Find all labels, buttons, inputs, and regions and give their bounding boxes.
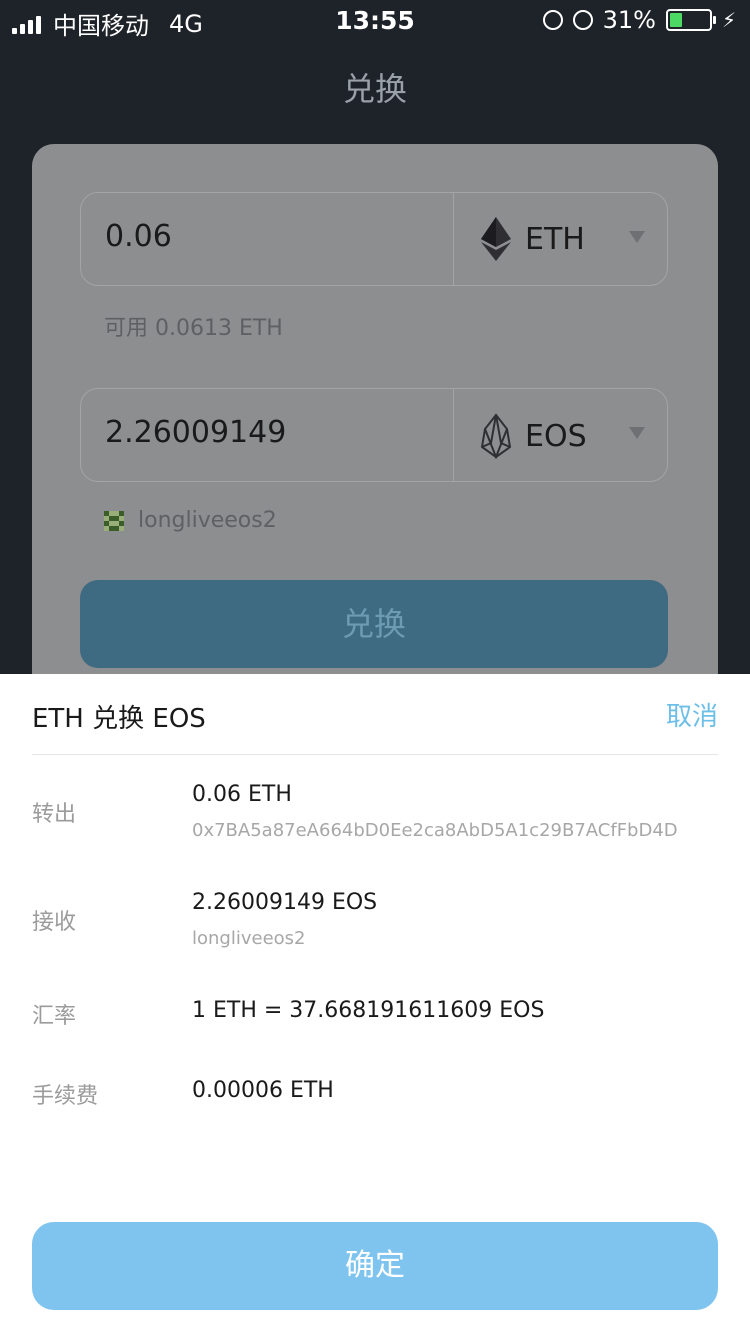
to-token-select[interactable]: EOS	[481, 413, 587, 459]
battery-icon	[665, 9, 716, 31]
battery-percent: 31%	[602, 6, 656, 34]
from-token-select[interactable]: ETH	[481, 217, 585, 261]
exchange-card: 0.06 ETH 可用 0.0613 ETH 2.26009149 EOS lo…	[32, 144, 718, 744]
eth-icon	[481, 217, 511, 261]
chevron-down-icon[interactable]	[629, 427, 645, 439]
status-bar: 中国移动 4G 13:55 31% ⚡	[0, 0, 750, 40]
from-amount-input[interactable]: 0.06	[105, 219, 172, 254]
fee-label: 手续费	[32, 1084, 99, 1109]
battery-fill	[669, 13, 682, 27]
account-avatar-icon	[104, 510, 124, 531]
to-amount-input[interactable]: 2.26009149	[105, 415, 286, 450]
rate-value: 1 ETH = 37.668191611609 EOS	[192, 998, 545, 1023]
account-name: longliveeos2	[138, 508, 277, 533]
to-token-label: EOS	[525, 418, 587, 454]
alarm-icon	[572, 10, 593, 30]
account-row: longliveeos2	[104, 508, 277, 533]
sheet-title: ETH 兑换 EOS	[32, 704, 206, 734]
orientation-lock-icon	[542, 10, 563, 30]
page-title: 兑换	[342, 70, 407, 108]
eos-icon	[481, 413, 511, 459]
out-label: 转出	[32, 802, 77, 827]
in-amount: 2.26009149 EOS	[192, 890, 378, 915]
from-field[interactable]: 0.06 ETH	[80, 192, 668, 286]
cancel-button[interactable]: 取消	[666, 696, 718, 733]
confirm-sheet: ETH 兑换 EOS 取消 转出 0.06 ETH 0x7BA5a87eA664…	[0, 674, 750, 1334]
exchange-button[interactable]: 兑换	[80, 580, 668, 668]
in-account: longliveeos2	[192, 928, 306, 949]
chevron-down-icon[interactable]	[629, 231, 645, 243]
from-token-label: ETH	[525, 221, 585, 257]
confirm-button[interactable]: 确定	[32, 1222, 718, 1310]
out-address: 0x7BA5a87eA664bD0Ee2ca8AbD5A1c29B7ACfFbD…	[192, 820, 678, 841]
available-balance: 可用 0.0613 ETH	[104, 316, 283, 341]
rate-label: 汇率	[32, 1004, 77, 1029]
to-field[interactable]: 2.26009149 EOS	[80, 388, 668, 482]
out-amount: 0.06 ETH	[192, 782, 292, 807]
field-divider	[453, 193, 454, 285]
battery-tip	[712, 16, 716, 24]
field-divider	[453, 389, 454, 481]
sheet-header: ETH 兑换 EOS 取消	[32, 674, 718, 755]
fee-value: 0.00006 ETH	[192, 1078, 334, 1103]
in-label: 接收	[32, 910, 77, 935]
status-right: 31% ⚡	[542, 6, 736, 34]
charging-icon: ⚡	[721, 8, 736, 32]
